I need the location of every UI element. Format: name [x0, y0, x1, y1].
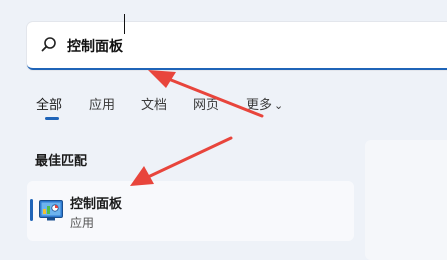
search-box[interactable]: [27, 22, 447, 70]
search-icon: [41, 37, 56, 52]
preview-panel: [365, 140, 447, 260]
selection-indicator: [30, 199, 33, 221]
tab-all[interactable]: 全部: [36, 94, 62, 113]
search-input[interactable]: [67, 34, 437, 58]
arrow-to-result: [130, 136, 233, 186]
tab-documents[interactable]: 文档: [141, 94, 167, 113]
active-tab-indicator: [45, 117, 59, 120]
chevron-down-icon: ⌄: [274, 99, 284, 112]
tab-apps[interactable]: 应用: [89, 94, 115, 113]
result-title: 控制面板: [70, 197, 123, 212]
tab-web[interactable]: 网页: [193, 94, 219, 113]
best-match-heading: 最佳匹配: [35, 154, 88, 169]
result-subtitle: 应用: [70, 216, 95, 230]
tab-more-label: 更多: [246, 98, 273, 113]
tab-more[interactable]: 更多 ⌄: [246, 94, 283, 113]
control-panel-icon: [39, 200, 63, 221]
text-caret: [124, 14, 125, 34]
